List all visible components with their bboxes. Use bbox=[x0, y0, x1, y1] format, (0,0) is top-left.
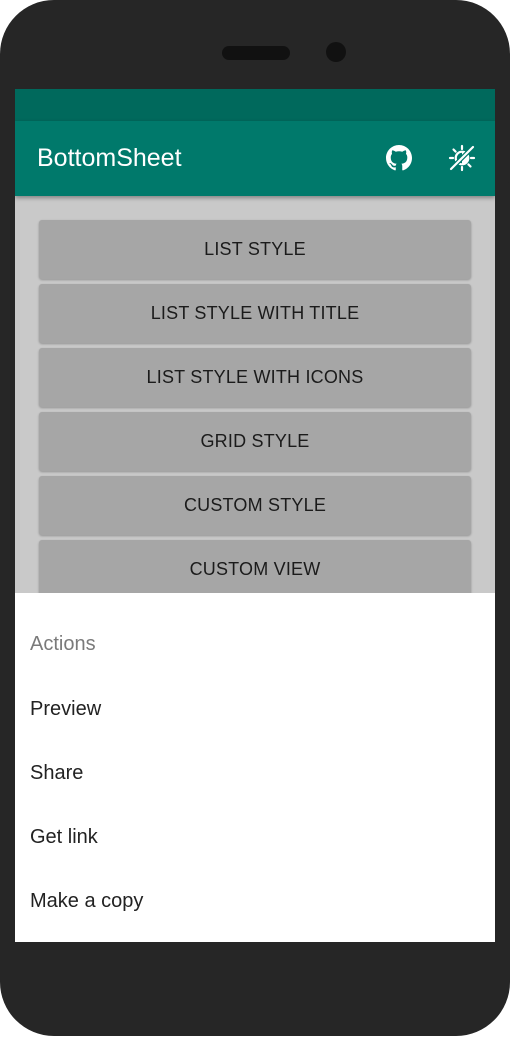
device-frame: BottomSheet LIST STYLE LIST STYLE WITH T… bbox=[0, 0, 510, 1036]
screen: BottomSheet LIST STYLE LIST STYLE WITH T… bbox=[15, 89, 495, 942]
grid-style-button[interactable]: GRID STYLE bbox=[39, 412, 471, 471]
sheet-item-preview[interactable]: Preview bbox=[30, 698, 101, 721]
device-speaker bbox=[222, 46, 290, 60]
list-style-button[interactable]: LIST STYLE bbox=[39, 220, 471, 279]
device-power-button bbox=[504, 380, 510, 448]
bottom-sheet-title: Actions bbox=[30, 633, 96, 655]
main-content: LIST STYLE LIST STYLE WITH TITLE LIST ST… bbox=[15, 196, 495, 599]
device-volume-button bbox=[504, 182, 510, 334]
device-camera bbox=[326, 42, 346, 62]
app-title: BottomSheet bbox=[37, 144, 182, 172]
sheet-item-share[interactable]: Share bbox=[30, 762, 83, 785]
app-bar: BottomSheet bbox=[15, 121, 495, 196]
button-list: LIST STYLE LIST STYLE WITH TITLE LIST ST… bbox=[39, 220, 471, 604]
list-style-with-title-button[interactable]: LIST STYLE WITH TITLE bbox=[39, 284, 471, 343]
github-icon[interactable] bbox=[382, 141, 416, 175]
theme-toggle-icon[interactable] bbox=[445, 141, 479, 175]
custom-style-button[interactable]: CUSTOM STYLE bbox=[39, 476, 471, 535]
bottom-sheet: Actions Preview Share Get link Make a co… bbox=[15, 593, 495, 942]
sheet-item-make-a-copy[interactable]: Make a copy bbox=[30, 890, 143, 913]
sheet-item-get-link[interactable]: Get link bbox=[30, 826, 98, 849]
list-style-with-icons-button[interactable]: LIST STYLE WITH ICONS bbox=[39, 348, 471, 407]
status-bar bbox=[15, 89, 495, 121]
custom-view-button[interactable]: CUSTOM VIEW bbox=[39, 540, 471, 599]
